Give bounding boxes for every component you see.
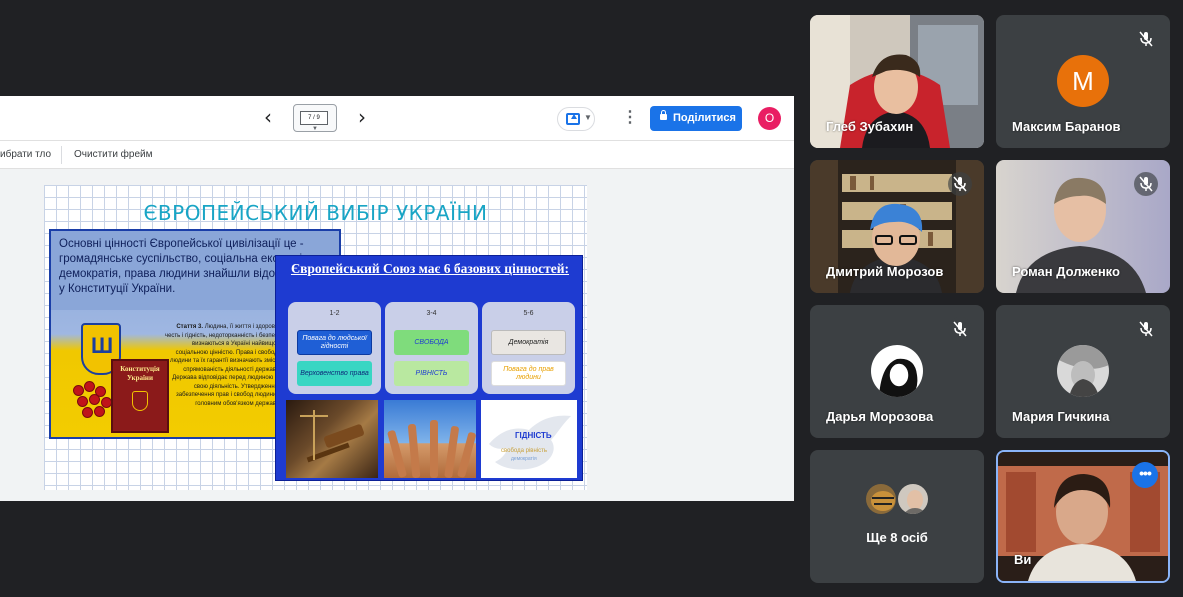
more-participants-label: Ще 8 осіб (866, 530, 928, 545)
self-tile[interactable]: ••• Ви (996, 450, 1170, 583)
mic-off-icon (1134, 172, 1158, 196)
participant-name: Мария Гичкина (1012, 409, 1110, 424)
slide-title: ЄВРОПЕЙСЬКИЙ ВИБІР УКРАЇНИ (143, 201, 488, 225)
viburnum-berries-image (71, 381, 116, 421)
participant-tile[interactable]: Дмитрий Морозов (810, 160, 984, 293)
dove-wordcloud-image: ГІДНІСТЬ свобода рівність демократія (481, 400, 577, 478)
more-options-icon[interactable]: ⋮ (620, 108, 640, 128)
value-pill: СВОБОДА (394, 330, 469, 355)
wordcloud-word: ГІДНІСТЬ (515, 431, 552, 440)
constitution-book-image: Конституція України (111, 359, 169, 433)
values-card-1: 1-2 Повага до людської гідності Верховен… (288, 302, 381, 394)
participant-name: Дарья Морозова (826, 409, 934, 424)
avatar (896, 482, 930, 516)
more-participants-tile[interactable]: Ще 8 осіб (810, 450, 984, 583)
card-range: 5-6 (523, 310, 534, 317)
participant-name: Ви (1014, 552, 1032, 567)
dove-icon: ГІДНІСТЬ свобода рівність демократія (489, 415, 571, 470)
value-pill: Демократія (491, 330, 566, 355)
value-pill: Повага до людської гідності (297, 330, 372, 355)
chevron-down-icon: ▼ (312, 126, 318, 132)
presentation-header: ‹ 7 / 9 ▼ › ▼ ⋮ Поділитися O (0, 96, 794, 141)
raised-hands-image (384, 400, 476, 478)
present-button[interactable]: ▼ (557, 107, 595, 131)
eu-values-title: Європейський Союз має 6 базових цінносте… (290, 261, 570, 276)
avatar (864, 482, 898, 516)
participant-name: Роман Долженко (1012, 264, 1120, 279)
toolbar-divider (61, 146, 62, 164)
presentation-toolbar: ибрати тло Очистити фрейм (0, 141, 794, 169)
card-range: 3-4 (426, 310, 437, 317)
mic-off-icon (1134, 27, 1158, 51)
more-options-icon[interactable]: ••• (1132, 462, 1158, 488)
avatar (1057, 345, 1109, 397)
svg-text:демократія: демократія (511, 456, 537, 462)
chevron-down-icon: ▼ (584, 113, 592, 122)
change-background-button[interactable]: ибрати тло (0, 149, 51, 160)
slide-canvas: ЄВРОПЕЙСЬКИЙ ВИБІР УКРАЇНИ Основні цінно… (44, 185, 587, 490)
hands-icon (387, 420, 476, 478)
mic-off-icon (948, 172, 972, 196)
present-screen-icon (566, 113, 580, 125)
presentation-panel: ‹ 7 / 9 ▼ › ▼ ⋮ Поділитися O ибрати тло … (0, 96, 794, 501)
article-body: Людина, її життя і здоров'я, честь і гід… (164, 324, 281, 407)
participant-tile[interactable]: Роман Долженко (996, 160, 1170, 293)
share-label: Поділитися (673, 112, 736, 124)
participant-name: Максим Баранов (1012, 119, 1121, 134)
gavel-icon (300, 410, 365, 463)
constitution-book-label: Конституція України (120, 365, 160, 382)
account-avatar[interactable]: O (758, 107, 781, 130)
mic-off-icon (948, 317, 972, 341)
article-heading: Стаття 3. (176, 324, 204, 330)
value-pill: Повага до прав людини (491, 361, 566, 386)
slide-counter-text: 7 / 9 (300, 111, 328, 125)
card-range: 1-2 (329, 310, 340, 317)
book-emblem (132, 391, 148, 411)
share-button[interactable]: Поділитися (650, 106, 742, 131)
previous-slide-icon[interactable]: ‹ (256, 106, 280, 130)
participant-tile[interactable]: Глеб Зубахин (810, 15, 984, 148)
svg-text:свобода рівність: свобода рівність (501, 448, 547, 454)
participant-tile[interactable]: M Максим Баранов (996, 15, 1170, 148)
justice-scales-image (286, 400, 378, 478)
clear-frame-button[interactable]: Очистити фрейм (74, 149, 153, 160)
next-slide-icon[interactable]: › (350, 106, 374, 130)
lock-icon (660, 110, 667, 120)
participant-name: Глеб Зубахин (826, 119, 914, 134)
participant-tile[interactable]: Мария Гичкина (996, 305, 1170, 438)
avatar (871, 345, 923, 397)
participant-name: Дмитрий Морозов (826, 264, 944, 279)
avatar: M (1057, 55, 1109, 107)
participant-tile[interactable]: Дарья Морозова (810, 305, 984, 438)
slide-picker[interactable]: 7 / 9 ▼ (293, 104, 337, 132)
values-card-2: 3-4 СВОБОДА РІВНІСТЬ (385, 302, 478, 394)
article-3-text: Стаття 3. Людина, її життя і здоров'я, ч… (163, 323, 281, 408)
mic-off-icon (1134, 317, 1158, 341)
eu-values-panel: Європейський Союз має 6 базових цінносте… (275, 255, 583, 481)
values-card-3: 5-6 Демократія Повага до прав людини (482, 302, 575, 394)
value-pill: РІВНІСТЬ (394, 361, 469, 386)
value-pill: Верховенство права (297, 361, 372, 386)
